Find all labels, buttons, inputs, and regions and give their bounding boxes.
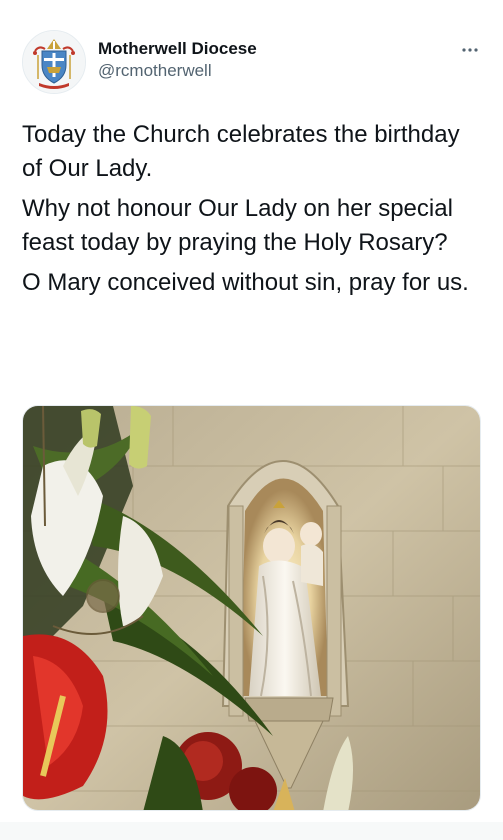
statue-photo — [23, 406, 480, 810]
bottom-bar — [0, 822, 503, 840]
more-options-icon — [462, 48, 478, 52]
diocese-crest-icon — [23, 31, 85, 93]
tweet-paragraph-3: O Mary conceived without sin, pray for u… — [22, 269, 469, 296]
tweet-text: Today the Church celebrates the birthday… — [22, 118, 482, 306]
more-options-button[interactable] — [458, 40, 482, 60]
tweet-photo[interactable] — [22, 405, 481, 811]
avatar[interactable] — [22, 30, 86, 94]
tweet[interactable]: Motherwell Diocese @rcmotherwell Today t… — [0, 0, 503, 840]
author-names[interactable]: Motherwell Diocese @rcmotherwell — [98, 38, 257, 82]
display-name[interactable]: Motherwell Diocese — [98, 38, 257, 60]
tweet-header: Motherwell Diocese @rcmotherwell — [22, 30, 482, 94]
handle[interactable]: @rcmotherwell — [98, 60, 257, 82]
tweet-paragraph-2: Why not honour Our Lady on her special f… — [22, 195, 453, 256]
tweet-paragraph-1: Today the Church celebrates the birthday… — [22, 121, 460, 182]
